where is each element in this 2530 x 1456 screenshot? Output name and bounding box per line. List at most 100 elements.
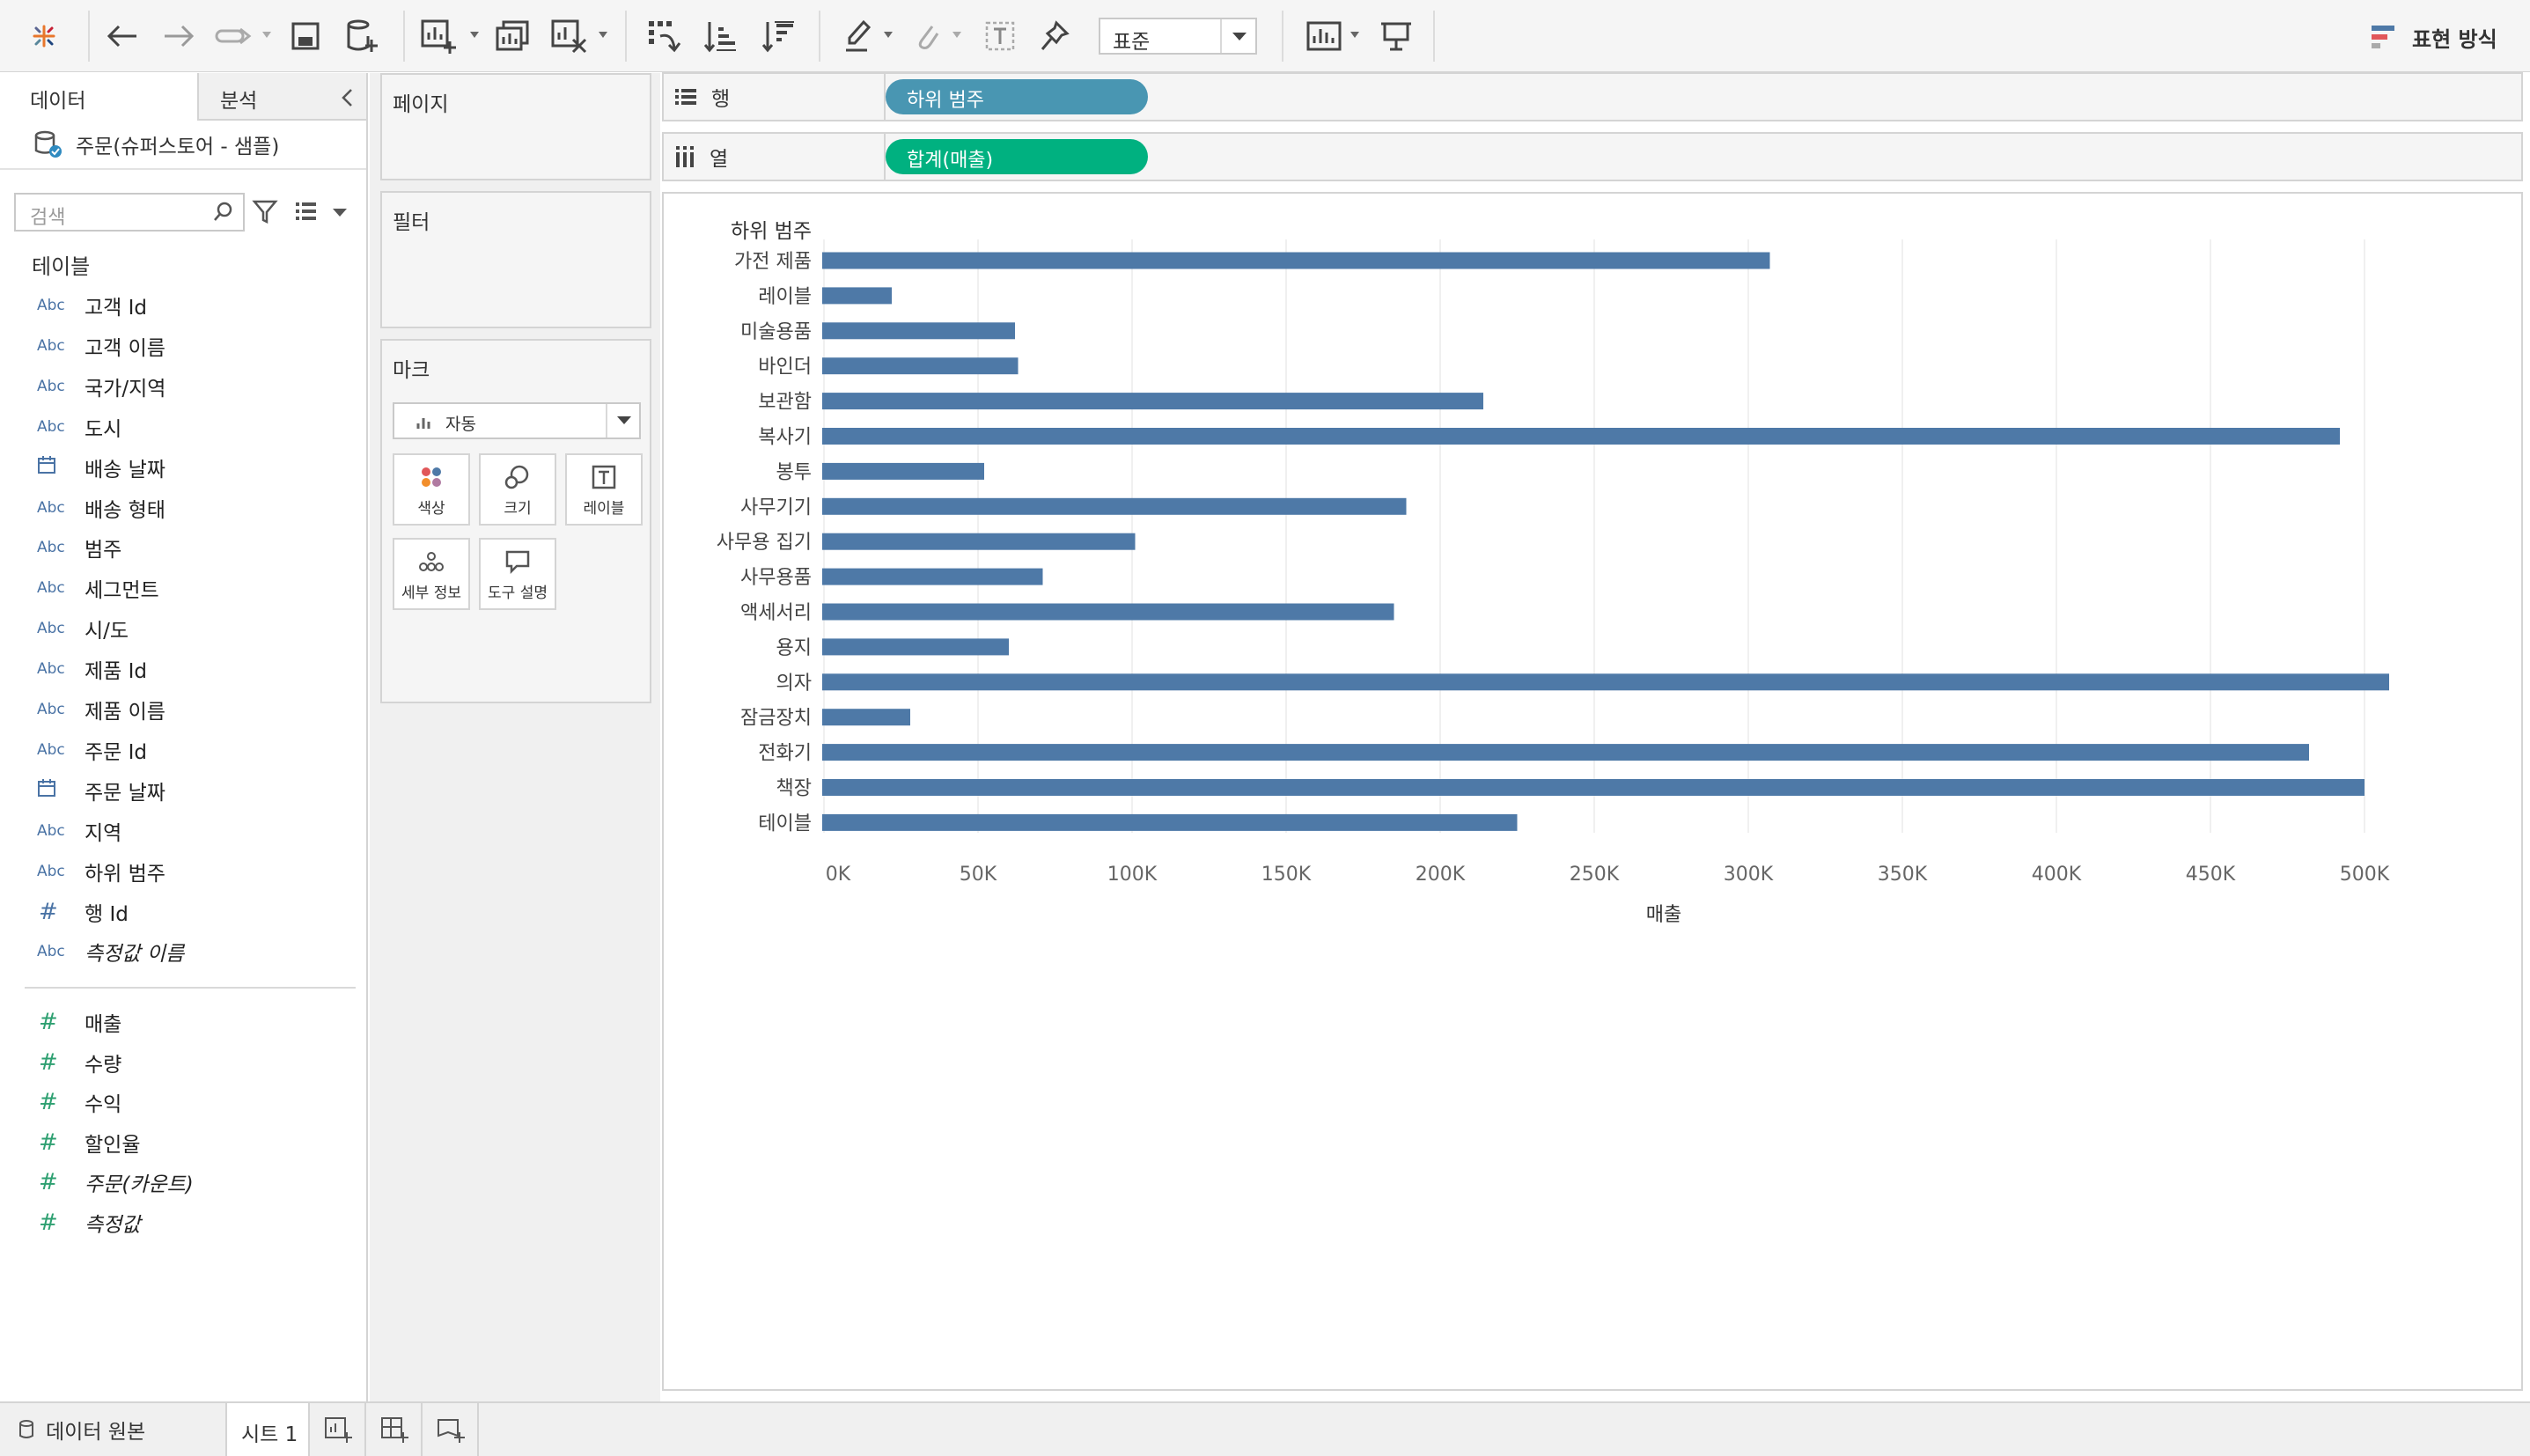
detail-button[interactable]: 세부 정보	[393, 538, 470, 610]
columns-label: 열	[710, 148, 729, 171]
new-dashboard-tab-icon[interactable]	[368, 1403, 423, 1456]
bar[interactable]	[822, 779, 2365, 796]
new-story-tab-icon[interactable]	[424, 1403, 479, 1456]
string-type-icon: Abc	[37, 620, 65, 638]
tooltip-button[interactable]: 도구 설명	[479, 538, 556, 610]
field-item[interactable]: Abc 제품 이름	[0, 692, 366, 727]
mark-type-dropdown[interactable]: 자동	[393, 402, 641, 439]
search-icon[interactable]	[213, 202, 232, 228]
fit-dropdown[interactable]: 표준	[1099, 18, 1257, 55]
bar[interactable]	[822, 709, 910, 726]
field-item[interactable]: Abc 범주	[0, 530, 366, 565]
chevron-left-icon[interactable]	[340, 87, 356, 112]
list-view-icon[interactable]	[294, 200, 319, 226]
new-worksheet-icon[interactable]	[416, 16, 461, 56]
new-datasource-icon[interactable]	[340, 16, 384, 56]
show-me-button[interactable]: 표현 방식	[2370, 21, 2497, 53]
rows-pill-subcategory[interactable]: 하위 범주	[886, 79, 1148, 114]
bar[interactable]	[822, 393, 1483, 410]
bar[interactable]	[822, 462, 984, 480]
bar[interactable]	[822, 638, 1009, 656]
field-item[interactable]: # 주문(카운트)	[0, 1165, 366, 1200]
field-item[interactable]: Abc 지역	[0, 813, 366, 849]
bar[interactable]	[822, 252, 1770, 269]
datasource-item[interactable]: 주문(슈퍼스토어 - 샘플)	[0, 121, 366, 170]
field-item[interactable]: # 행 Id	[0, 894, 366, 930]
presentation-mode-icon[interactable]	[1373, 16, 1419, 56]
bar[interactable]	[822, 744, 2309, 761]
bar[interactable]	[822, 603, 1394, 621]
field-item[interactable]: Abc 측정값 이름	[0, 934, 366, 969]
bar-chart[interactable]: 하위 범주가전 제품레이블미술용품바인더보관함복사기봉투사무기기사무용 집기사무…	[664, 194, 2521, 1389]
search-input[interactable]: 검색	[14, 193, 245, 232]
new-worksheet-tab-icon[interactable]	[312, 1403, 366, 1456]
group-caret-icon[interactable]	[952, 32, 961, 38]
number-type-icon: #	[39, 898, 58, 925]
field-item[interactable]: Abc 국가/지역	[0, 369, 366, 404]
field-item[interactable]: # 수량	[0, 1045, 366, 1080]
field-item[interactable]: # 수익	[0, 1085, 366, 1120]
field-item[interactable]: Abc 세그먼트	[0, 570, 366, 606]
field-item[interactable]: 배송 날짜	[0, 450, 366, 485]
columns-shelf[interactable]: 열 합계(매출)	[662, 132, 2523, 181]
field-item[interactable]: # 할인율	[0, 1125, 366, 1160]
group-members-icon[interactable]	[907, 16, 945, 56]
size-button[interactable]: 크기	[479, 453, 556, 526]
tab-data[interactable]: 데이터	[0, 73, 199, 121]
bar[interactable]	[822, 533, 1136, 550]
bar[interactable]	[822, 428, 2340, 445]
show-mark-labels-icon[interactable]	[979, 16, 1021, 56]
field-item[interactable]: # 측정값	[0, 1205, 366, 1240]
swap-rows-columns-icon[interactable]	[641, 16, 687, 56]
bar[interactable]	[822, 287, 892, 305]
view-area[interactable]: 하위 범주 가전 제품 레이블 미술용품 바인더 보관함 복사기 봉투 사무기기 사무용 집기 사무…	[662, 192, 2523, 1391]
sheet-tab[interactable]: 시트 1	[227, 1403, 310, 1456]
clear-sheet-caret-icon[interactable]	[599, 32, 607, 38]
bar[interactable]	[822, 673, 2389, 691]
new-worksheet-caret-icon[interactable]	[470, 32, 479, 38]
field-item[interactable]: # 매출	[0, 1004, 366, 1040]
field-item[interactable]: Abc 고객 이름	[0, 328, 366, 364]
duplicate-sheet-icon[interactable]	[489, 16, 535, 56]
filters-card[interactable]: 필터	[380, 191, 651, 328]
field-item[interactable]: 주문 날짜	[0, 773, 366, 808]
save-icon[interactable]	[283, 16, 327, 56]
datasource-tab[interactable]: 데이터 원본	[0, 1403, 227, 1456]
field-item[interactable]: Abc 고객 Id	[0, 288, 366, 323]
columns-pill-sum-sales[interactable]: 합계(매출)	[886, 139, 1148, 174]
pages-card[interactable]: 페이지	[380, 73, 651, 180]
color-button[interactable]: 색상	[393, 453, 470, 526]
bar[interactable]	[822, 568, 1043, 585]
redo-icon[interactable]	[157, 16, 201, 56]
show-cards-icon[interactable]	[1301, 16, 1347, 56]
filter-icon[interactable]	[252, 198, 278, 228]
replay-icon[interactable]	[211, 16, 255, 56]
fix-axes-pin-icon[interactable]	[1033, 16, 1076, 56]
bar[interactable]	[822, 497, 1407, 515]
show-cards-caret-icon[interactable]	[1350, 32, 1359, 38]
highlight-icon[interactable]	[838, 16, 877, 56]
view-caret-icon[interactable]	[333, 209, 347, 217]
replay-caret-icon[interactable]	[262, 32, 271, 38]
sort-ascending-icon[interactable]	[697, 16, 743, 56]
field-name: 주문 Id	[85, 740, 148, 764]
field-item[interactable]: Abc 주문 Id	[0, 732, 366, 768]
bar[interactable]	[822, 322, 1015, 340]
rows-shelf[interactable]: 행 하위 범주	[662, 72, 2523, 121]
field-item[interactable]: Abc 제품 Id	[0, 651, 366, 687]
bar[interactable]	[822, 357, 1019, 375]
datasource-tab-label: 데이터 원본	[46, 1421, 146, 1444]
undo-icon[interactable]	[100, 16, 144, 56]
highlight-caret-icon[interactable]	[884, 32, 893, 38]
field-item[interactable]: Abc 하위 범주	[0, 854, 366, 889]
clear-sheet-icon[interactable]	[546, 16, 592, 56]
field-item[interactable]: Abc 배송 형태	[0, 490, 366, 526]
field-item[interactable]: Abc 시/도	[0, 611, 366, 646]
sort-descending-icon[interactable]	[755, 16, 801, 56]
tableau-logo-icon[interactable]	[25, 16, 63, 56]
field-item[interactable]: Abc 도시	[0, 409, 366, 445]
label-button[interactable]: 레이블	[565, 453, 643, 526]
bar[interactable]	[822, 813, 1518, 831]
show-me-icon	[2372, 26, 2394, 48]
x-tick-label: 150K	[1261, 864, 1312, 886]
